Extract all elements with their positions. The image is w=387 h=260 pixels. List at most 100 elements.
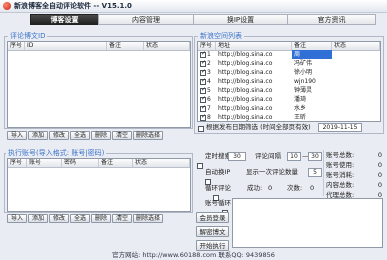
- row-status: [332, 77, 380, 86]
- row-status: [332, 95, 380, 104]
- column-header[interactable]: 备注: [99, 159, 133, 167]
- table-row[interactable]: 2 http://blog.sina.co 冯矿伟: [198, 59, 380, 68]
- table-row[interactable]: 6 http://blog.sina.co 潘琦: [198, 95, 380, 104]
- column-header[interactable]: 密码: [62, 159, 99, 167]
- success-label: 成功:: [247, 184, 263, 192]
- tab-ip-settings[interactable]: 换IP设置: [193, 14, 288, 25]
- accounts-table[interactable]: 序号 账号 密码 备注 状态: [7, 158, 191, 212]
- table-header: 序号 ID 备注 状态: [8, 42, 190, 51]
- toolbar-button[interactable]: 全选: [70, 131, 90, 140]
- log-text: [233, 199, 382, 201]
- toolbar-button[interactable]: 删除: [91, 214, 111, 223]
- date-filter-checkbox[interactable]: [198, 126, 204, 132]
- toolbar-button[interactable]: 全选: [70, 214, 90, 223]
- toolbar-button[interactable]: 删除选择: [133, 131, 163, 140]
- row-number: 1: [207, 51, 211, 58]
- table-row[interactable]: 8 http://blog.sina.co 王昕: [198, 113, 380, 121]
- table-row[interactable]: 3 http://blog.sina.co 徐小明: [198, 68, 380, 77]
- log-textarea[interactable]: [232, 198, 383, 248]
- row-number-cell: 3: [198, 68, 216, 77]
- stat-value: 0: [377, 171, 382, 179]
- column-header[interactable]: 序号: [8, 42, 25, 50]
- row-status: [332, 104, 380, 113]
- toolbar-button[interactable]: 导入: [7, 131, 27, 140]
- stat-label: 内容总数:: [326, 181, 355, 189]
- row-note: 周: [292, 50, 332, 59]
- row-number: 5: [207, 87, 211, 94]
- table-row[interactable]: 4 http://blog.sina.co wjn190: [198, 77, 380, 86]
- timed-search-input[interactable]: 30: [228, 152, 246, 161]
- loop-comment-label: 循环评论: [205, 184, 231, 192]
- toolbar-button[interactable]: 修改: [49, 131, 69, 140]
- row-url: http://blog.sina.co: [218, 69, 273, 76]
- toolbar-button[interactable]: 添加: [28, 131, 48, 140]
- row-checkbox[interactable]: [200, 77, 206, 85]
- timed-search-checkbox[interactable]: [197, 163, 203, 169]
- column-header[interactable]: 状态: [133, 159, 190, 167]
- row-checkbox[interactable]: [200, 86, 206, 94]
- row-checkbox[interactable]: [200, 68, 206, 76]
- interval-min-input[interactable]: 10: [287, 152, 301, 161]
- row-number-cell: 8: [198, 113, 216, 121]
- member-login-button[interactable]: 会员登录: [196, 212, 229, 223]
- toolbar-button[interactable]: 清空: [112, 214, 132, 223]
- stat-label: 账号使用:: [326, 161, 355, 169]
- tab-blog-settings[interactable]: 博客设置: [30, 14, 99, 25]
- column-header[interactable]: 备注: [107, 42, 144, 50]
- row-checkbox[interactable]: [200, 50, 206, 58]
- row-checkbox[interactable]: [200, 95, 206, 103]
- row-url: http://blog.sina.co: [218, 96, 273, 103]
- row-checkbox[interactable]: [200, 104, 206, 112]
- blog-list-table[interactable]: 序号 地址 备注 状态 1 http://blog.sina.co 周 2 http:/…: [197, 41, 381, 122]
- column-header[interactable]: 序号: [198, 42, 216, 50]
- per-batch-input[interactable]: 5: [308, 168, 322, 177]
- toolbar-button[interactable]: 导入: [7, 214, 27, 223]
- row-checkbox[interactable]: [200, 113, 206, 121]
- row-number: 2: [207, 60, 211, 67]
- row-number-cell: 7: [198, 104, 216, 113]
- row-url: http://blog.sina.co: [218, 87, 273, 94]
- table-header: 序号 账号 密码 备注 状态: [8, 159, 190, 168]
- column-header[interactable]: 状态: [144, 42, 190, 50]
- stat-label: 账号总数:: [326, 151, 355, 159]
- toolbar-button[interactable]: 修改: [49, 214, 69, 223]
- window-title: 新浪博客全自动评论软件 -- V15.1.0: [14, 2, 132, 10]
- auto-ip-label: 自动换IP: [205, 168, 231, 176]
- column-header[interactable]: 地址: [216, 42, 292, 50]
- title-bar: 新浪博客全自动评论软件 -- V15.1.0: [0, 0, 387, 13]
- toolbar-button[interactable]: 删除: [91, 131, 111, 140]
- row-number: 6: [207, 96, 211, 103]
- comment-ids-table[interactable]: 序号 ID 备注 状态: [7, 41, 191, 128]
- row-number: 8: [207, 114, 211, 121]
- row-number-cell: 5: [198, 86, 216, 95]
- table-row[interactable]: 5 http://blog.sina.co 钟薄灵: [198, 86, 380, 95]
- row-note: 冯矿伟: [294, 60, 313, 67]
- app-icon: [3, 2, 11, 10]
- stat-value: 0: [377, 151, 382, 159]
- date-filter-input[interactable]: 2019-11-15: [318, 123, 362, 132]
- toolbar-button[interactable]: 添加: [28, 214, 48, 223]
- column-header[interactable]: ID: [25, 42, 107, 50]
- start-button[interactable]: 开始执行: [196, 240, 229, 251]
- decrypt-post-button[interactable]: 解密博文: [196, 226, 229, 237]
- toolbar-button[interactable]: 清空: [112, 131, 132, 140]
- stat-value: 0: [377, 191, 382, 199]
- per-batch-label: 显示一次评论数量: [246, 168, 298, 176]
- table-row[interactable]: 7 http://blog.sina.co 水乡: [198, 104, 380, 113]
- tab-content-manage[interactable]: 内容管理: [98, 14, 194, 25]
- row-number-cell: 4: [198, 77, 216, 86]
- tab-official-news[interactable]: 官方资讯: [287, 14, 376, 25]
- row-note: 潘琦: [294, 96, 307, 103]
- table-row[interactable]: 1 http://blog.sina.co 周: [198, 50, 380, 59]
- column-header[interactable]: 序号: [8, 159, 27, 167]
- toolbar-button[interactable]: 删除选择: [133, 214, 163, 223]
- column-header[interactable]: 账号: [27, 159, 62, 167]
- row-checkbox[interactable]: [200, 59, 206, 67]
- column-header[interactable]: 备注: [292, 42, 332, 50]
- stats-divider: [323, 150, 324, 196]
- interval-max-input[interactable]: 30: [308, 152, 322, 161]
- column-header[interactable]: 状态: [332, 42, 380, 50]
- row-url: http://blog.sina.co: [218, 114, 273, 121]
- row-number: 3: [207, 69, 211, 76]
- date-filter-label: 根据发布日期筛选 (时间全部页有效): [206, 123, 311, 131]
